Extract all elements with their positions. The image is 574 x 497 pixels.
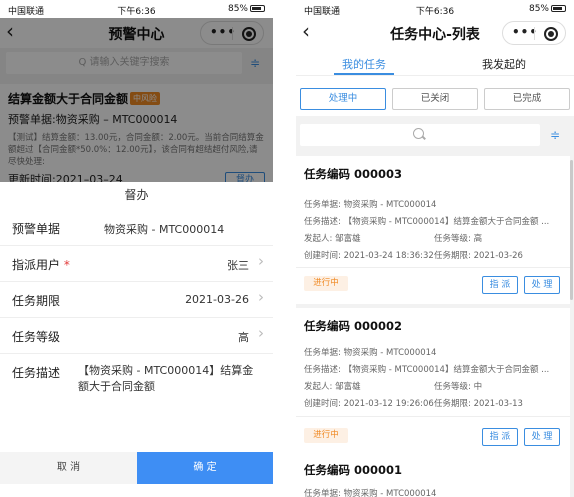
required-mark: * (63, 258, 70, 272)
battery-icon (551, 5, 566, 12)
field-label: 任务期限 (12, 294, 61, 308)
tab-my-tasks[interactable]: 我的任务 (342, 56, 386, 72)
card-divider (296, 267, 570, 268)
task-document: 任务单据: 物资采购 - MTC000014 (304, 348, 437, 358)
nav-bar: ‹ 任务中心-列表 ••• (296, 18, 574, 48)
field-label-text: 指派用户 (12, 258, 61, 272)
handle-button[interactable]: 处 理 (524, 428, 560, 446)
task-document: 任务单据: 物资采购 - MTC000014 (304, 489, 437, 497)
task-level: 任务等级: 高 (434, 234, 483, 244)
tab-initiated[interactable]: 我发起的 (482, 56, 526, 72)
task-deadline: 任务期限: 2021-03-26 (434, 251, 523, 261)
assign-button[interactable]: 指 派 (482, 428, 518, 446)
field-label: 任务等级 (12, 330, 61, 344)
task-card[interactable]: 任务编码 000003 任务单据: 物资采购 - MTC000014 任务描述:… (296, 156, 570, 304)
field-deadline[interactable]: 任务期限 2021-03-26 › (0, 282, 273, 318)
status-badge: 进行中 (304, 428, 348, 443)
filter-processing[interactable]: 处理中 (300, 88, 386, 110)
status-bar: 中国联通 下午6:36 85% (296, 0, 574, 18)
field-assignee[interactable]: 指派用户 * 张三 › (0, 246, 273, 282)
battery-icon (250, 5, 265, 12)
filter-completed[interactable]: 已完成 (484, 88, 570, 110)
mini-program-capsule: ••• (502, 21, 566, 45)
task-card[interactable]: 任务编码 000001 任务单据: 物资采购 - MTC000014 (296, 456, 570, 497)
task-created: 创建时间: 2021-03-12 19:26:06 (304, 399, 434, 409)
battery-indicator: 85% (228, 4, 265, 14)
search-icon (413, 128, 424, 139)
status-badge: 进行中 (304, 276, 348, 291)
screenshot: 中国联通 下午6:36 85% ‹ 预警中心 ••• Q 请输入关键字搜索 ≑ … (0, 0, 574, 497)
card-divider (296, 416, 570, 417)
task-initiator: 发起人: 邹富雄 (304, 234, 361, 244)
field-value: 物资采购 - MTC000014 (104, 223, 225, 236)
field-value: 【物资采购 - MTC000014】结算金额大于合同金额 (78, 364, 254, 393)
task-initiator: 发起人: 邹富雄 (304, 382, 361, 392)
filter-closed[interactable]: 已关闭 (392, 88, 478, 110)
task-created: 创建时间: 2021-03-24 18:36:32 (304, 251, 434, 261)
field-level[interactable]: 任务等级 高 › (0, 318, 273, 354)
assign-button[interactable]: 指 派 (482, 276, 518, 294)
field-value: 高 (238, 331, 249, 344)
task-deadline: 任务期限: 2021-03-13 (434, 399, 523, 409)
task-code: 任务编码 000003 (304, 167, 403, 181)
filter-icon[interactable]: ≑ (550, 128, 560, 142)
status-bar: 中国联通 下午6:36 85% (0, 0, 273, 18)
field-label: 任务描述 (12, 366, 61, 380)
field-label: 指派用户 * (12, 256, 70, 273)
close-program-icon[interactable] (544, 27, 558, 41)
screen-gap (273, 0, 296, 497)
alert-center-screen: 中国联通 下午6:36 85% ‹ 预警中心 ••• Q 请输入关键字搜索 ≑ … (0, 0, 273, 497)
capsule-divider (534, 27, 535, 40)
task-card[interactable]: 任务编码 000002 任务单据: 物资采购 - MTC000014 任务描述:… (296, 308, 570, 456)
battery-percent: 85% (528, 4, 549, 14)
confirm-button[interactable]: 确 定 (137, 452, 273, 484)
task-description: 任务描述: 【物资采购 - MTC000014】结算金额大于合同金额 ... (304, 365, 550, 375)
supervise-sheet: 督办 预警单据 物资采购 - MTC000014 指派用户 * 张三 › 任务期… (0, 182, 273, 497)
field-value: 2021-03-26 (185, 293, 249, 306)
task-description: 任务描述: 【物资采购 - MTC000014】结算金额大于合同金额 ... (304, 217, 550, 227)
chevron-right-icon: › (258, 324, 264, 342)
field-value: 张三 (227, 259, 249, 272)
battery-percent: 85% (227, 4, 248, 14)
chevron-right-icon: › (258, 252, 264, 270)
chevron-right-icon: › (258, 288, 264, 306)
sheet-title: 督办 (124, 188, 149, 202)
task-code: 任务编码 000001 (304, 463, 403, 477)
task-center-screen: 中国联通 下午6:36 85% ‹ 任务中心-列表 ••• 我的任务 我发起的 … (296, 0, 574, 497)
battery-indicator: 85% (529, 4, 566, 14)
field-alert-document: 预警单据 物资采购 - MTC000014 (0, 210, 273, 246)
field-label: 预警单据 (12, 222, 61, 236)
search-input[interactable] (300, 124, 540, 146)
scrollbar[interactable] (570, 160, 573, 300)
task-tabs: 我的任务 我发起的 (296, 48, 574, 76)
task-document: 任务单据: 物资采购 - MTC000014 (304, 200, 437, 210)
cancel-button[interactable]: 取 消 (0, 452, 137, 484)
field-description[interactable]: 任务描述 【物资采购 - MTC000014】结算金额大于合同金额 (0, 354, 273, 406)
task-code: 任务编码 000002 (304, 319, 403, 333)
active-tab-indicator (334, 73, 394, 75)
handle-button[interactable]: 处 理 (524, 276, 560, 294)
task-level: 任务等级: 中 (434, 382, 483, 392)
